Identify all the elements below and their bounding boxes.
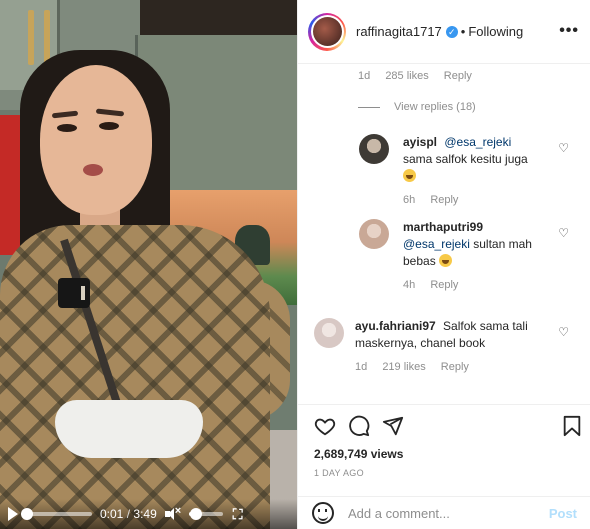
current-time: 0:01 (100, 507, 124, 521)
instagram-post-viewer: 0:01 / 3:49 × ⛶ raffinagita1717 ✓ • Foll… (0, 0, 590, 529)
person-face (40, 65, 152, 215)
comment-meta: 1d 285 likes Reply (358, 70, 484, 82)
heart-icon[interactable] (314, 415, 336, 437)
comment-meta: 4h Reply (403, 279, 559, 291)
bag-tag (58, 278, 90, 308)
more-options-icon[interactable]: ••• (559, 22, 579, 40)
comment-text: marthaputri99 @esa_rejeki sultan mah beb… (403, 219, 559, 270)
comment-time: 6h (403, 194, 416, 206)
following-button[interactable]: Following (468, 24, 523, 39)
mention-link[interactable]: @esa_rejeki (444, 135, 511, 149)
reply-button[interactable]: Reply (430, 194, 458, 206)
time-separator: / (126, 507, 131, 521)
share-icon[interactable] (382, 415, 404, 437)
bookmark-icon[interactable] (561, 415, 583, 437)
comment-body: sama salfok kesitu juga (403, 152, 528, 166)
person-shirt (0, 225, 270, 529)
comment-username[interactable]: ayispl (403, 135, 437, 149)
reply-button[interactable]: Reply (430, 279, 458, 291)
avatar[interactable] (308, 12, 346, 51)
post-button[interactable]: Post (549, 506, 577, 521)
view-count[interactable]: 2,689,749 views (314, 447, 403, 461)
avatar[interactable] (359, 219, 389, 249)
post-timestamp: 1 DAY AGO (314, 468, 364, 478)
comments-list[interactable]: 1d 285 likes Reply View replies (18) ayi… (298, 64, 590, 404)
comment-time: 1d (358, 70, 371, 82)
speaker-mute-icon[interactable]: × (164, 505, 181, 520)
grinning-emoji-icon (439, 254, 453, 267)
background-panel (140, 0, 297, 35)
duration: 3:49 (133, 507, 157, 521)
avatar-image (312, 17, 342, 46)
comment-text: ayispl @esa_rejeki sama salfok kesitu ju… (403, 134, 528, 185)
mention-link[interactable]: @esa_rejeki (403, 237, 470, 251)
cabinet-handle (44, 10, 50, 65)
comment-username[interactable]: ayu.fahriani97 (355, 319, 436, 333)
comment-time: 1d (355, 361, 368, 373)
reply-button[interactable]: Reply (444, 70, 472, 82)
like-comment-heart-icon[interactable]: ♡ (558, 226, 569, 240)
post-author-username[interactable]: raffinagita1717 (356, 24, 442, 39)
video-controls: 0:01 / 3:49 × ⛶ (0, 499, 297, 529)
header-dot: • (460, 24, 466, 39)
avatar[interactable] (359, 134, 389, 164)
face-mask (55, 400, 203, 458)
fullscreen-icon[interactable]: ⛶ (233, 506, 243, 523)
post-actions: 2,689,749 views 1 DAY AGO (298, 404, 590, 486)
comment-likes[interactable]: 285 likes (385, 70, 428, 82)
reply-button[interactable]: Reply (441, 361, 469, 373)
view-replies-button[interactable]: View replies (18) (358, 101, 476, 113)
replies-divider (358, 106, 380, 108)
reply-item: ayispl @esa_rejeki sama salfok kesitu ju… (359, 134, 559, 206)
comment-username[interactable]: marthaputri99 (403, 220, 483, 234)
grinning-emoji-icon (403, 169, 416, 182)
comment-text: ayu.fahriani97 Salfok sama tali maskerny… (355, 318, 544, 352)
video-player[interactable]: 0:01 / 3:49 × ⛶ (0, 0, 297, 529)
cabinet-handle (28, 10, 34, 65)
comment-item: ayu.fahriani97 Salfok sama tali maskerny… (314, 318, 544, 373)
seek-bar[interactable] (20, 508, 92, 520)
emoji-picker-icon[interactable] (312, 502, 334, 524)
comment-icon[interactable] (348, 415, 370, 437)
post-side-panel: raffinagita1717 ✓ • Following ••• 1d 285… (297, 0, 590, 529)
post-header: raffinagita1717 ✓ • Following ••• (298, 0, 590, 64)
add-comment-input[interactable]: Add a comment... (348, 506, 549, 521)
bag-tag-logo (81, 286, 85, 300)
verified-badge-icon: ✓ (445, 25, 458, 38)
like-comment-heart-icon[interactable]: ♡ (558, 325, 569, 339)
avatar[interactable] (314, 318, 344, 348)
volume-handle[interactable] (189, 508, 202, 520)
time-display: 0:01 / 3:49 (100, 507, 157, 521)
comment-meta: 6h Reply (403, 194, 528, 206)
play-icon[interactable] (8, 507, 18, 521)
reply-item: marthaputri99 @esa_rejeki sultan mah beb… (359, 219, 559, 291)
like-comment-heart-icon[interactable]: ♡ (558, 141, 569, 155)
add-comment-bar: Add a comment... Post (298, 496, 590, 529)
comment-time: 4h (403, 279, 416, 291)
comment-meta: 1d 219 likes Reply (355, 361, 544, 373)
person-eye (57, 124, 77, 132)
volume-slider[interactable] (188, 508, 223, 520)
comment-likes[interactable]: 219 likes (382, 361, 425, 373)
person-eye (99, 122, 119, 130)
view-replies-label: View replies (18) (394, 101, 476, 113)
seek-bar-handle[interactable] (20, 508, 33, 520)
person-mouth (83, 164, 103, 176)
